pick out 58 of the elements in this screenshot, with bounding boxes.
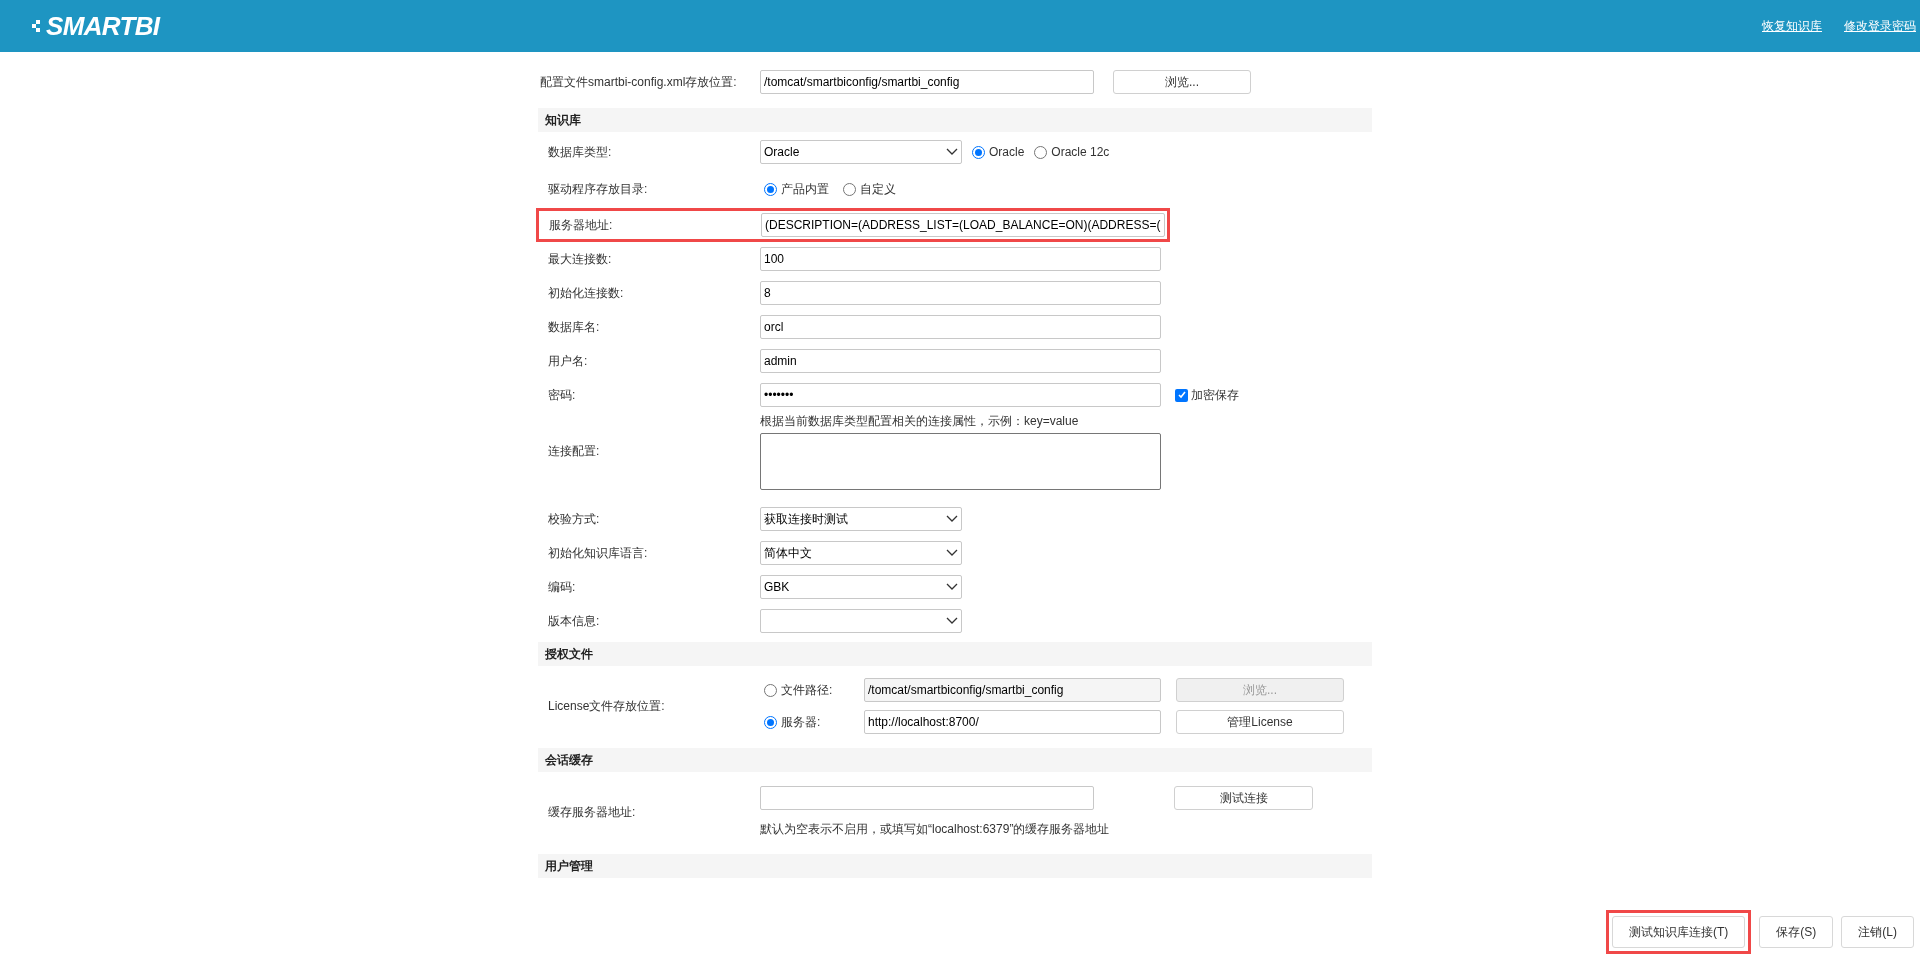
select-dropdown[interactable]: GBK xyxy=(760,575,962,599)
chevron-down-icon xyxy=(946,617,958,625)
input-field[interactable]: orcl xyxy=(760,315,1161,339)
field-label: 数据库名: xyxy=(547,319,601,336)
chevron-down-icon xyxy=(946,583,958,591)
hint-text: 根据当前数据库类型配置相关的连接属性，示例：key=value xyxy=(760,413,1080,430)
select-dropdown[interactable]: 简体中文 xyxy=(760,541,962,565)
field-label: 校验方式: xyxy=(547,511,601,528)
field-label: 配置文件smartbi-config.xml存放位置: xyxy=(539,74,738,91)
checkmark-icon xyxy=(1176,390,1187,400)
hint-text: 默认为空表示不启用，或填写如“localhost:6379”的缓存服务器地址 xyxy=(760,821,1111,838)
chevron-down-icon xyxy=(946,515,958,523)
radio-option[interactable]: Oracle xyxy=(972,143,1025,161)
browse-button[interactable]: 测试连接 xyxy=(1174,786,1313,810)
field-label: 服务器地址: xyxy=(548,217,614,234)
section-header: 授权文件 xyxy=(538,642,1372,666)
field-label: 数据库类型: xyxy=(547,144,613,161)
chevron-down-icon xyxy=(946,148,958,156)
input-field[interactable]: admin xyxy=(760,349,1161,373)
footer-button[interactable]: 注销(L) xyxy=(1841,916,1914,948)
browse-button[interactable]: 浏览... xyxy=(1113,70,1251,94)
select-dropdown[interactable]: Oracle xyxy=(760,140,962,164)
chevron-down-icon xyxy=(946,549,958,557)
field-label: 最大连接数: xyxy=(547,251,613,268)
section-header: 知识库 xyxy=(538,108,1372,132)
section-header: 会话缓存 xyxy=(538,748,1372,772)
footer-button[interactable]: 保存(S) xyxy=(1759,916,1834,948)
radio-option[interactable]: 产品内置 xyxy=(764,180,829,198)
input-field[interactable]: ••••••• xyxy=(760,383,1161,407)
field-label: 连接配置: xyxy=(547,443,601,460)
logo: SMARTBI xyxy=(46,9,160,43)
input-field[interactable]: 100 xyxy=(760,247,1161,271)
radio-option[interactable]: 文件路径: xyxy=(764,681,864,699)
footer-button[interactable]: 测试知识库连接(T) xyxy=(1612,916,1746,948)
field-label: 用户名: xyxy=(547,353,589,370)
section-header: 用户管理 xyxy=(538,854,1372,878)
field-label: 初始化连接数: xyxy=(547,285,625,302)
text-area[interactable] xyxy=(760,433,1161,490)
field-label: 初始化知识库语言: xyxy=(547,545,649,562)
input-field[interactable] xyxy=(760,786,1094,810)
select-dropdown[interactable]: 获取连接时测试 xyxy=(760,507,962,531)
field-label: 版本信息: xyxy=(547,613,601,630)
field-label: 密码: xyxy=(547,387,577,404)
radio-option[interactable]: Oracle 12c xyxy=(1034,143,1110,161)
field-label: 编码: xyxy=(547,579,577,596)
input-field[interactable]: http://localhost:8700/ xyxy=(864,710,1161,734)
field-label: 缓存服务器地址: xyxy=(547,804,637,821)
radio-option[interactable]: 自定义 xyxy=(843,180,896,198)
input-field[interactable]: 8 xyxy=(760,281,1161,305)
select-dropdown[interactable] xyxy=(760,609,962,633)
field-label: License文件存放位置: xyxy=(547,698,666,715)
browse-button[interactable]: 管理License xyxy=(1176,710,1344,734)
input-field[interactable]: (DESCRIPTION=(ADDRESS_LIST=(LOAD_BALANCE=ON)(ADDRESS=( xyxy=(761,213,1165,237)
radio-option[interactable]: 服务器: xyxy=(764,713,864,731)
checkbox[interactable]: 加密保存 xyxy=(1175,386,1239,404)
input-field[interactable]: /tomcat/smartbiconfig/smartbi_config xyxy=(760,70,1094,94)
field-label: 驱动程序存放目录: xyxy=(547,181,649,198)
input-field[interactable]: /tomcat/smartbiconfig/smartbi_config xyxy=(864,678,1161,702)
